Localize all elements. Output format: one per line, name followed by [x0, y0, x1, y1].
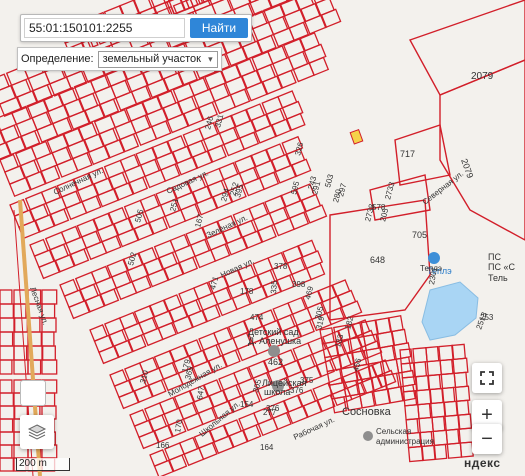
definition-selected: земельный участок: [102, 53, 201, 65]
map-label: Тель: [488, 273, 508, 283]
map-label: 474: [250, 313, 264, 322]
map-label: школа: [264, 387, 290, 397]
map-label: 648: [370, 255, 385, 265]
map-label: 398: [292, 280, 306, 289]
layers-button[interactable]: [20, 415, 54, 449]
map-label: 335: [269, 280, 279, 295]
find-button[interactable]: Найти: [190, 18, 248, 38]
definition-bar: Определение: земельный участок ▾: [17, 47, 222, 71]
map-attribution: ндекс: [464, 456, 501, 470]
map-label: 310: [0, 0, 14, 2]
map-label: 277: [263, 408, 277, 417]
map-label: 717: [400, 149, 415, 159]
map-label: 462: [268, 357, 283, 367]
map-label: администрация: [376, 437, 434, 446]
poi-admin: [363, 431, 373, 441]
map-label: 378: [274, 262, 288, 271]
fullscreen-button[interactable]: [472, 363, 502, 393]
minus-icon: −: [481, 427, 493, 450]
definition-select[interactable]: земельный участок ▾: [97, 50, 218, 68]
map-label: 376: [290, 386, 304, 395]
chevron-down-icon: ▾: [208, 53, 213, 64]
map-label: Сосновка: [342, 406, 392, 418]
layers-icon: [27, 424, 47, 440]
fullscreen-icon: [480, 371, 494, 385]
map-label: Сельская: [376, 427, 411, 436]
map-label: ПС: [488, 252, 501, 262]
draw-shape-button[interactable]: [20, 380, 46, 406]
cadastral-map[interactable]: Теплэ 20792079717705648578Северная ул.Те…: [0, 0, 525, 476]
poi-kindergarten: [268, 345, 280, 357]
search-bar: Найти: [20, 14, 252, 42]
map-label: 705: [412, 230, 427, 240]
map-label: Д. Аленушка: [248, 336, 301, 346]
zoom-out-button[interactable]: −: [472, 424, 502, 454]
map-label: 164: [260, 443, 274, 452]
map-label: 253: [480, 313, 494, 322]
map-label: 154: [240, 400, 254, 409]
map-label: ПС «С: [488, 262, 515, 272]
definition-label: Определение:: [21, 53, 94, 65]
scale-bar: 200 m: [16, 458, 70, 471]
map-label: 375: [300, 376, 314, 385]
scale-label: 200 m: [19, 458, 47, 469]
map-label: 2079: [471, 71, 494, 82]
cadastral-number-input[interactable]: [24, 18, 185, 38]
map-label: 178: [240, 287, 254, 296]
map-label: 166: [156, 441, 170, 450]
